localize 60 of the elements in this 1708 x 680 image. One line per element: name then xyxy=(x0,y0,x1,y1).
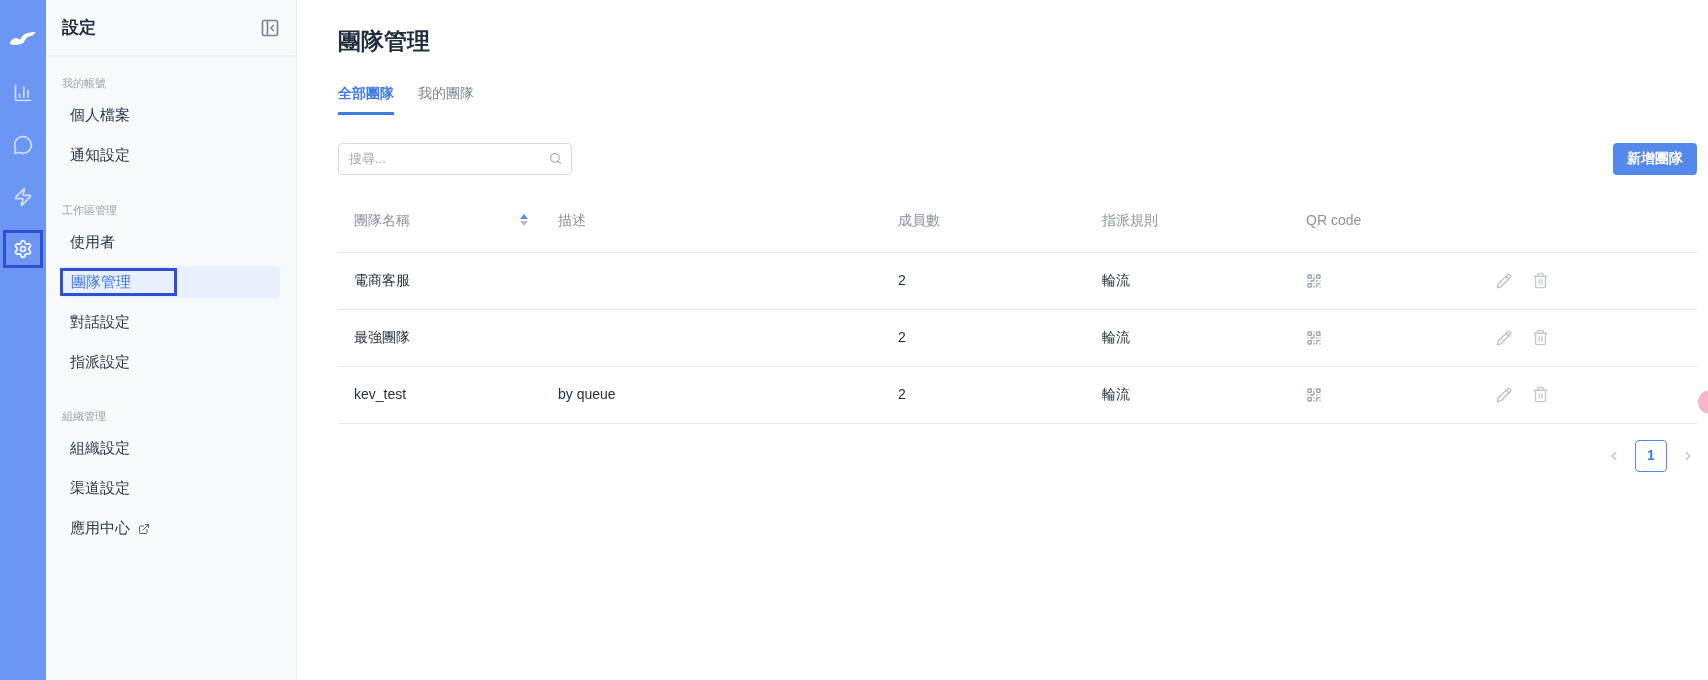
sidebar-item-label: 使用者 xyxy=(69,231,116,252)
team-name-cell: 最強團隊 xyxy=(354,329,410,345)
section-heading: 工作區管理 xyxy=(62,202,117,218)
sidebar-item[interactable]: 使用者 xyxy=(62,226,280,258)
column-header: QR code xyxy=(1306,210,1362,230)
column-header: 描述 xyxy=(558,210,586,230)
sort-icon[interactable] xyxy=(520,213,528,227)
tab[interactable]: 全部團隊 xyxy=(338,82,394,115)
edit-icon[interactable] xyxy=(1496,386,1512,403)
qr-code-icon[interactable] xyxy=(1306,386,1322,403)
team-name-cell: kev_test xyxy=(354,386,407,402)
member-count-cell: 2 xyxy=(898,329,906,345)
sidebar-item[interactable]: 團隊管理 xyxy=(62,266,280,298)
member-count-cell: 2 xyxy=(898,272,906,288)
qr-code-icon[interactable] xyxy=(1306,272,1322,289)
collapse-sidebar-icon[interactable] xyxy=(260,17,280,38)
sidebar-item-label: 指派設定 xyxy=(69,351,131,372)
delete-icon[interactable] xyxy=(1532,272,1549,289)
sidebar-item-label: 團隊管理 xyxy=(60,268,177,296)
section-heading: 組織管理 xyxy=(62,409,106,424)
qr-code-icon[interactable] xyxy=(1306,329,1322,346)
page-button[interactable]: 1 xyxy=(1635,439,1667,472)
sidebar-item-label: 組織設定 xyxy=(69,438,131,459)
sidebar-title: 設定 xyxy=(62,16,96,39)
delete-icon[interactable] xyxy=(1532,329,1549,346)
sidebar-item[interactable]: 個人檔案 xyxy=(62,99,280,132)
edit-icon[interactable] xyxy=(1496,329,1512,346)
external-link-icon xyxy=(138,522,150,535)
lightning-icon xyxy=(13,187,33,207)
delete-icon[interactable] xyxy=(1532,386,1549,403)
tab[interactable]: 我的團隊 xyxy=(418,82,474,115)
search-icon xyxy=(549,151,562,165)
sidebar-item[interactable]: 應用中心 xyxy=(62,512,280,545)
sidebar-item[interactable]: 通知設定 xyxy=(62,139,280,172)
rail-button[interactable] xyxy=(3,230,43,268)
sidebar-item-label: 個人檔案 xyxy=(69,105,131,126)
settings-icon xyxy=(13,239,33,259)
sidebar-item-label: 通知設定 xyxy=(69,145,131,166)
sidebar-item[interactable]: 指派設定 xyxy=(62,346,280,378)
chat-bubble-icon xyxy=(13,135,33,155)
sidebar-item-label: 應用中心 xyxy=(69,518,131,539)
edit-icon[interactable] xyxy=(1496,272,1512,289)
team-name-cell: 電商客服 xyxy=(354,272,410,288)
section-heading: 我的帳號 xyxy=(62,76,106,91)
member-count-cell: 2 xyxy=(898,386,906,402)
chart-icon xyxy=(13,83,33,103)
rule-cell: 輪流 xyxy=(1102,272,1130,288)
sidebar-item[interactable]: 對話設定 xyxy=(62,306,280,338)
rule-cell: 輪流 xyxy=(1102,329,1130,345)
search-field[interactable]: 搜尋... xyxy=(338,142,572,175)
sidebar-item[interactable]: 組織設定 xyxy=(62,432,280,465)
sidebar-item-label: 對話設定 xyxy=(69,311,131,332)
sidebar-item-label: 渠道設定 xyxy=(69,478,131,499)
column-header: 指派規則 xyxy=(1102,210,1158,230)
rule-cell: 輪流 xyxy=(1102,386,1130,402)
sidebar-item[interactable]: 渠道設定 xyxy=(62,472,280,505)
column-header: 團隊名稱 xyxy=(354,210,410,230)
page-title: 團隊管理 xyxy=(338,27,430,56)
description-cell: by queue xyxy=(558,386,616,402)
column-header: 成員數 xyxy=(898,210,940,230)
